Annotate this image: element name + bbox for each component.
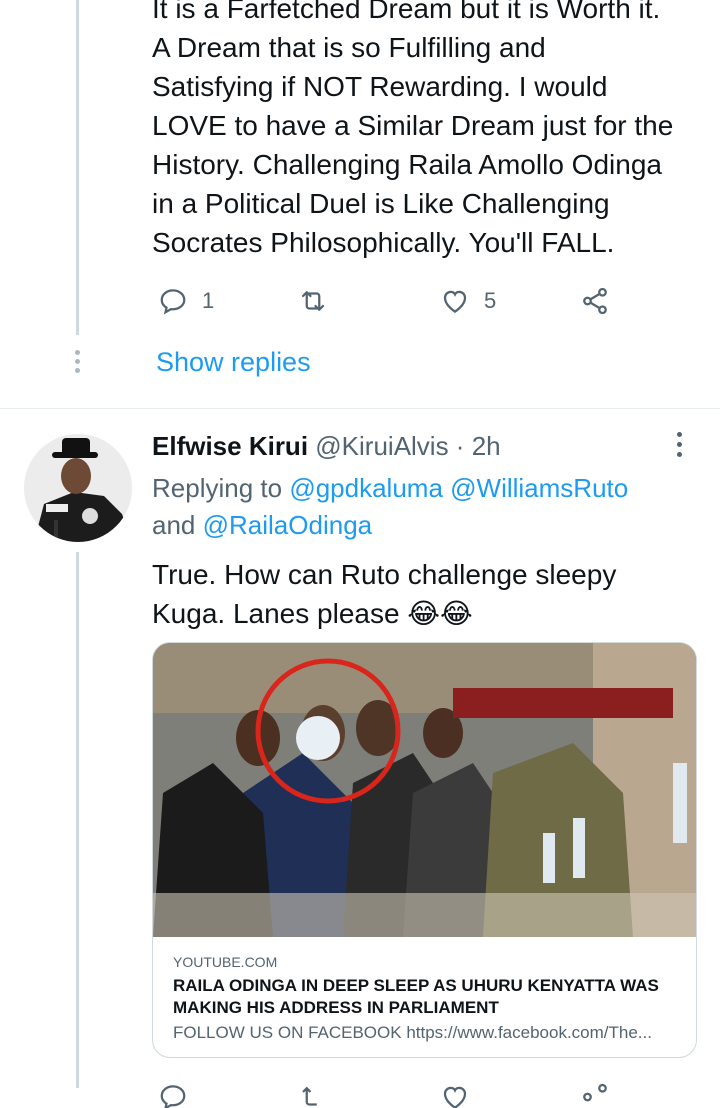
tweet-text: It is a Farfetched Dream but it is Worth…	[152, 0, 673, 262]
share-icon[interactable]	[580, 1082, 610, 1108]
thread-ellipsis	[75, 350, 80, 373]
tweet-text: True. How can Ruto challenge sleepy Kuga…	[152, 555, 616, 633]
tweet-line: Kuga. Lanes please 😂😂	[152, 598, 473, 629]
mention-link[interactable]: @RailaOdinga	[203, 510, 372, 540]
tweet-line: Satisfying if NOT Rewarding. I would	[152, 71, 608, 102]
and-word: and	[152, 510, 196, 540]
like-button[interactable]: 5	[440, 286, 496, 316]
card-description: FOLLOW US ON FACEBOOK https://www.facebo…	[173, 1023, 652, 1042]
replying-to-cont: and @RailaOdinga	[152, 507, 372, 544]
reply-icon	[160, 289, 186, 315]
tweet-line: Socrates Philosophically. You'll FALL.	[152, 227, 615, 258]
thread-line	[76, 552, 79, 1088]
link-card[interactable]: YOUTUBE.COM RAILA ODINGA IN DEEP SLEEP A…	[152, 642, 697, 1058]
tweet-line: LOVE to have a Similar Dream just for th…	[152, 110, 674, 141]
show-replies-link[interactable]: Show replies	[156, 347, 311, 378]
replying-prefix: Replying to	[152, 473, 283, 503]
heart-icon	[443, 290, 467, 313]
replying-to: Replying to @gpdkaluma @WilliamsRuto	[152, 470, 628, 507]
display-name[interactable]: Elfwise Kirui	[152, 431, 308, 461]
tweet-line: True. How can Ruto challenge sleepy	[152, 559, 617, 590]
retweet-icon	[301, 291, 325, 311]
card-image	[153, 643, 696, 937]
card-title: RAILA ODINGA IN DEEP SLEEP AS UHURU KENY…	[173, 975, 659, 1019]
card-title-line: RAILA ODINGA IN DEEP SLEEP AS UHURU KENY…	[173, 976, 659, 995]
retweet-icon[interactable]	[298, 1082, 328, 1108]
like-count: 5	[484, 288, 497, 313]
share-icon	[583, 287, 607, 315]
tweet2-actions-partial	[0, 1082, 720, 1108]
avatar[interactable]	[24, 434, 132, 542]
tweet-header: Elfwise Kirui @KiruiAlvis · 2h	[152, 431, 501, 462]
card-domain: YOUTUBE.COM	[173, 954, 278, 970]
reply-icon[interactable]	[158, 1082, 188, 1108]
heart-icon[interactable]	[440, 1082, 470, 1108]
tweet-line: History. Challenging Raila Amollo Odinga	[152, 149, 662, 180]
card-title-line: MAKING HIS ADDRESS IN PARLIAMENT	[173, 998, 499, 1017]
tweet-line: A Dream that is so Fulfilling and	[152, 32, 546, 63]
mention-link[interactable]: @gpdkaluma	[289, 473, 443, 503]
reply-button[interactable]: 1	[158, 286, 214, 316]
handle-time: @KiruiAlvis · 2h	[315, 431, 501, 461]
tweet-line: It is a Farfetched Dream but it is Worth…	[152, 0, 661, 24]
mention-link[interactable]: @WilliamsRuto	[450, 473, 628, 503]
more-options-icon[interactable]	[677, 432, 682, 457]
reply-count: 1	[202, 288, 215, 313]
thread-line	[76, 0, 79, 335]
tweet-line: in a Political Duel is Like Challenging	[152, 188, 610, 219]
tweet-divider	[0, 408, 720, 409]
retweet-button[interactable]	[298, 286, 328, 316]
share-button[interactable]	[580, 286, 610, 316]
